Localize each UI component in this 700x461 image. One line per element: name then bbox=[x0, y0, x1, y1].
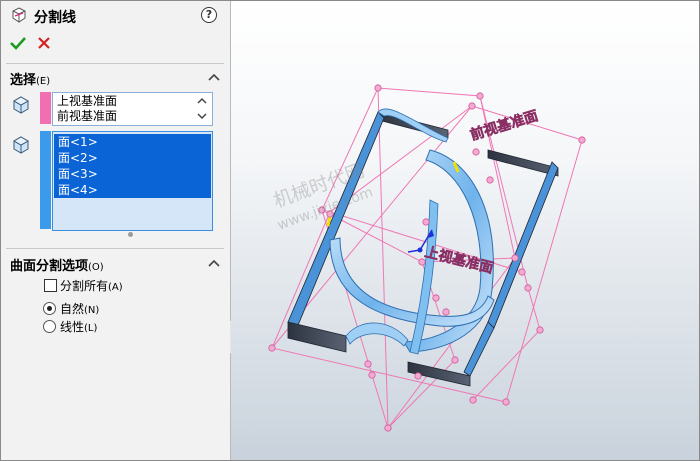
property-manager-header: 分割线 ? bbox=[1, 1, 230, 29]
model-view: 前视基准面 上视基准面 bbox=[268, 84, 586, 432]
face-item[interactable]: 面<2> bbox=[54, 150, 211, 166]
plane-cube-icon bbox=[12, 96, 30, 114]
planes-color-tab bbox=[40, 92, 51, 124]
face-item[interactable]: 面<3> bbox=[54, 166, 211, 182]
faces-listbox[interactable]: 面<1> 面<2> 面<3> 面<4> bbox=[52, 131, 213, 231]
selection-section-title: 选择(E) bbox=[10, 69, 50, 88]
natural-radio[interactable] bbox=[43, 302, 56, 315]
help-button[interactable]: ? bbox=[201, 7, 217, 23]
split-all-checkbox[interactable] bbox=[44, 279, 57, 292]
options-shortcut: (O) bbox=[88, 262, 104, 273]
split-all-text: 分割所有 bbox=[60, 279, 109, 293]
face-item-label: 面<1> bbox=[58, 135, 98, 149]
face-item-label: 面<3> bbox=[58, 167, 98, 181]
face-item[interactable]: 面<1> bbox=[54, 134, 211, 150]
faces-color-tab bbox=[40, 131, 51, 229]
options-title-text: 曲面分割选项 bbox=[10, 259, 89, 274]
model-body bbox=[287, 108, 559, 387]
options-section-header[interactable]: 曲面分割选项(O) bbox=[1, 254, 230, 274]
split-line-feature-icon bbox=[12, 7, 26, 23]
options-section-title: 曲面分割选项(O) bbox=[10, 255, 104, 274]
linear-radio[interactable] bbox=[43, 320, 56, 333]
cancel-button[interactable] bbox=[36, 35, 52, 51]
ok-button[interactable] bbox=[9, 35, 27, 51]
planes-listbox[interactable]: 上视基准面 前视基准面 bbox=[52, 92, 213, 126]
feature-title: 分割线 bbox=[34, 10, 76, 26]
graphics-viewport[interactable]: 前视基准面 上视基准面 机械时代网 www.jixie.com bbox=[231, 1, 699, 460]
split-all-label[interactable]: 分割所有(A) bbox=[60, 277, 123, 294]
natural-key: (N) bbox=[84, 305, 100, 316]
plane-item[interactable]: 前视基准面 bbox=[57, 108, 117, 124]
face-cube-icon bbox=[12, 136, 30, 154]
listbox-resize-handle[interactable] bbox=[128, 232, 133, 237]
scroll-down-arrow[interactable] bbox=[195, 109, 209, 123]
linear-label[interactable]: 线性(L) bbox=[60, 318, 97, 335]
linear-text: 线性 bbox=[60, 320, 85, 334]
property-manager: 分割线 ? 选择(E) 上视基准面 前视基准面 面<1> 面<2> 面<3> 面… bbox=[1, 1, 231, 460]
natural-label[interactable]: 自然(N) bbox=[60, 300, 99, 317]
linear-key: (L) bbox=[84, 323, 98, 334]
chevron-up-icon[interactable] bbox=[208, 258, 220, 268]
face-item-label: 面<2> bbox=[58, 151, 98, 165]
divider bbox=[6, 248, 224, 249]
selection-section-header[interactable]: 选择(E) bbox=[1, 68, 230, 88]
selection-shortcut: (E) bbox=[36, 76, 51, 87]
natural-text: 自然 bbox=[60, 302, 85, 316]
chevron-up-icon[interactable] bbox=[208, 72, 220, 82]
selection-title-text: 选择 bbox=[10, 73, 37, 88]
scroll-up-arrow[interactable] bbox=[195, 94, 209, 108]
plane-item[interactable]: 上视基准面 bbox=[57, 93, 117, 109]
face-item[interactable]: 面<4> bbox=[54, 182, 211, 198]
front-plane-label[interactable]: 前视基准面 bbox=[468, 107, 540, 144]
divider bbox=[6, 63, 224, 64]
face-item-label: 面<4> bbox=[58, 183, 98, 197]
split-all-key: (A) bbox=[108, 282, 123, 293]
